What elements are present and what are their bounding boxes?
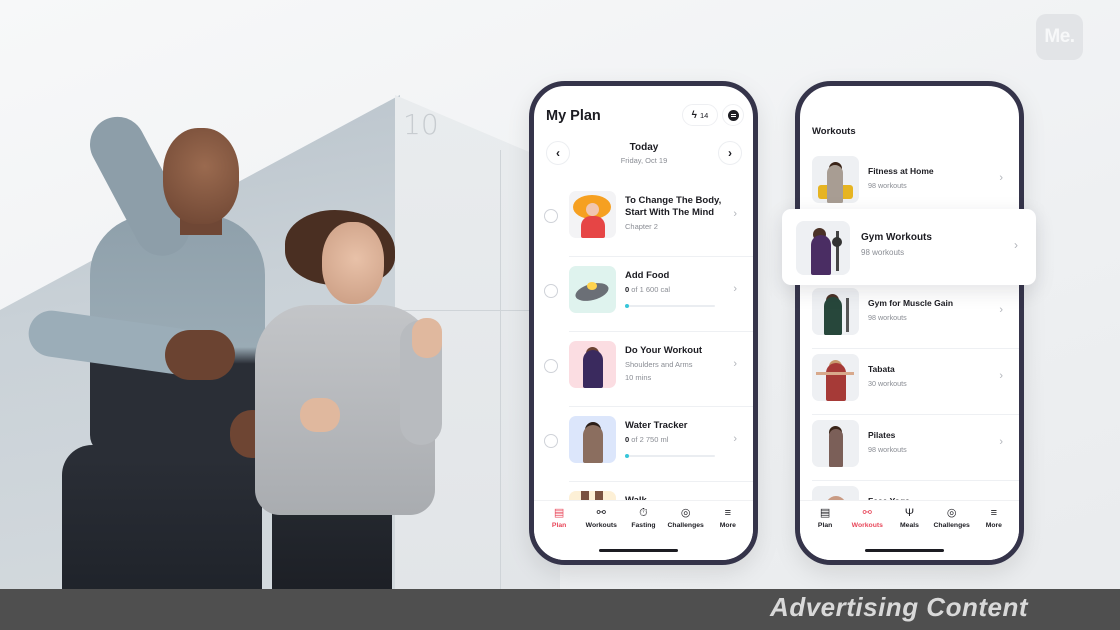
home-indicator — [599, 549, 678, 552]
chevron-right-icon: › — [728, 146, 732, 160]
plan-icon: ▤ — [553, 507, 565, 519]
item-title: To Change The Body, Start With The Mind — [625, 195, 722, 218]
stopwatch-icon: ⏱ — [639, 507, 648, 519]
advertising-label: Advertising Content — [770, 592, 1028, 622]
chat-bubble-icon — [727, 109, 739, 121]
chevron-right-icon: › — [999, 304, 1003, 316]
workout-gym-workouts-highlighted[interactable]: Gym Workouts 98 workouts › — [782, 209, 1036, 285]
item-subtitle: Shoulders and Arms — [625, 360, 693, 369]
chevron-right-icon: › — [1014, 238, 1018, 252]
workout-tabata[interactable]: Tabata 30 workouts › — [800, 348, 1019, 414]
plan-item-workout[interactable]: Do Your Workout Shoulders and Arms 10 mi… — [534, 331, 753, 406]
chevron-right-icon: › — [733, 208, 737, 220]
date-subtitle: Friday, Oct 19 — [620, 156, 668, 165]
page-title: My Plan — [546, 108, 601, 124]
streak-badge[interactable]: ϟ 14 — [682, 104, 718, 126]
tab-challenges[interactable]: ◎ Challenges — [931, 507, 973, 529]
item-thumbnail — [569, 341, 616, 388]
workout-gym-muscle-gain[interactable]: Gym for Muscle Gain 98 workouts › — [800, 282, 1019, 348]
bottom-tab-bar: ▤ Plan ⚯ Workouts Ψ Meals ◎ Challenges ≡ — [800, 500, 1019, 560]
hero-photo: 10 — [0, 0, 560, 590]
fork-knife-icon: Ψ — [904, 507, 915, 519]
bottom-tab-bar: ▤ Plan ⚯ Workouts ⏱ Fasting ◎ Challenges… — [534, 500, 753, 560]
tab-more[interactable]: ≡ More — [707, 507, 749, 529]
item-progress-text: 0 of 2 750 ml — [625, 435, 669, 444]
menu-icon: ≡ — [990, 507, 998, 519]
section-title: Workouts — [812, 126, 856, 137]
plan-icon: ▤ — [819, 507, 831, 519]
tab-workouts[interactable]: ⚯ Workouts — [846, 507, 888, 529]
tab-more[interactable]: ≡ More — [973, 507, 1015, 529]
chat-button[interactable] — [722, 104, 744, 126]
chevron-right-icon: › — [999, 172, 1003, 184]
dumbbell-icon: ⚯ — [596, 507, 606, 519]
tab-meals[interactable]: Ψ Meals — [888, 507, 930, 529]
workout-thumbnail — [796, 221, 850, 275]
plan-item-mind[interactable]: To Change The Body, Start With The Mind … — [534, 181, 753, 256]
workout-thumbnail — [812, 156, 859, 203]
chevron-right-icon: › — [733, 358, 737, 370]
tab-challenges[interactable]: ◎ Challenges — [665, 507, 707, 529]
streak-count: 14 — [699, 110, 709, 120]
brand-logo: Me. — [1036, 14, 1083, 60]
plan-item-water[interactable]: Water Tracker 0 of 2 750 ml › — [534, 406, 753, 481]
phone-my-plan: My Plan ϟ 14 ‹ Today Friday, Oct 19 › To… — [529, 81, 758, 565]
next-day-button[interactable]: › — [718, 141, 742, 165]
item-title: Do Your Workout — [625, 345, 703, 356]
item-thumbnail — [569, 416, 616, 463]
workout-title: Gym Workouts — [861, 232, 932, 243]
item-title: Water Tracker — [625, 420, 688, 431]
building-seam — [500, 150, 501, 590]
tab-fasting[interactable]: ⏱ Fasting — [622, 507, 664, 529]
item-progress-text: 0 of 1 600 cal — [625, 285, 671, 294]
workout-thumbnail — [812, 420, 859, 467]
tab-plan[interactable]: ▤ Plan — [804, 507, 846, 529]
lightning-bolt-icon: ϟ — [691, 109, 697, 121]
menu-icon: ≡ — [724, 507, 732, 519]
completion-checkbox[interactable] — [544, 284, 558, 298]
date-navigator: ‹ Today Friday, Oct 19 › — [546, 138, 742, 170]
home-indicator — [865, 549, 944, 552]
calorie-progress-bar — [625, 304, 715, 308]
dumbbell-icon: ⚯ — [862, 507, 872, 519]
advertising-banner: Advertising Content — [0, 589, 1120, 630]
item-subtitle: Chapter 2 — [625, 222, 658, 231]
chevron-right-icon: › — [733, 433, 737, 445]
water-progress-bar — [625, 454, 715, 458]
target-icon: ◎ — [946, 507, 957, 519]
phone-workouts: Workouts Fitness at Home 98 workouts › G… — [795, 81, 1024, 565]
workout-count: 98 workouts — [861, 248, 905, 257]
target-icon: ◎ — [680, 507, 691, 519]
item-title: Add Food — [625, 270, 670, 281]
workout-thumbnail — [812, 288, 859, 335]
completion-checkbox[interactable] — [544, 209, 558, 223]
tab-plan[interactable]: ▤ Plan — [538, 507, 580, 529]
chevron-right-icon: › — [999, 436, 1003, 448]
item-thumbnail — [569, 266, 616, 313]
chevron-right-icon: › — [733, 283, 737, 295]
workout-pilates[interactable]: Pilates 98 workouts › — [800, 414, 1019, 480]
date-title: Today — [629, 142, 659, 153]
chevron-right-icon: › — [999, 370, 1003, 382]
item-duration: 10 mins — [625, 373, 652, 382]
plan-item-add-food[interactable]: Add Food 0 of 1 600 cal › — [534, 256, 753, 331]
workout-thumbnail — [812, 354, 859, 401]
workout-fitness-at-home[interactable]: Fitness at Home 98 workouts › — [800, 150, 1019, 216]
tab-workouts[interactable]: ⚯ Workouts — [580, 507, 622, 529]
completion-checkbox[interactable] — [544, 359, 558, 373]
completion-checkbox[interactable] — [544, 434, 558, 448]
item-thumbnail — [569, 191, 616, 238]
building-number: 10 — [403, 108, 439, 141]
